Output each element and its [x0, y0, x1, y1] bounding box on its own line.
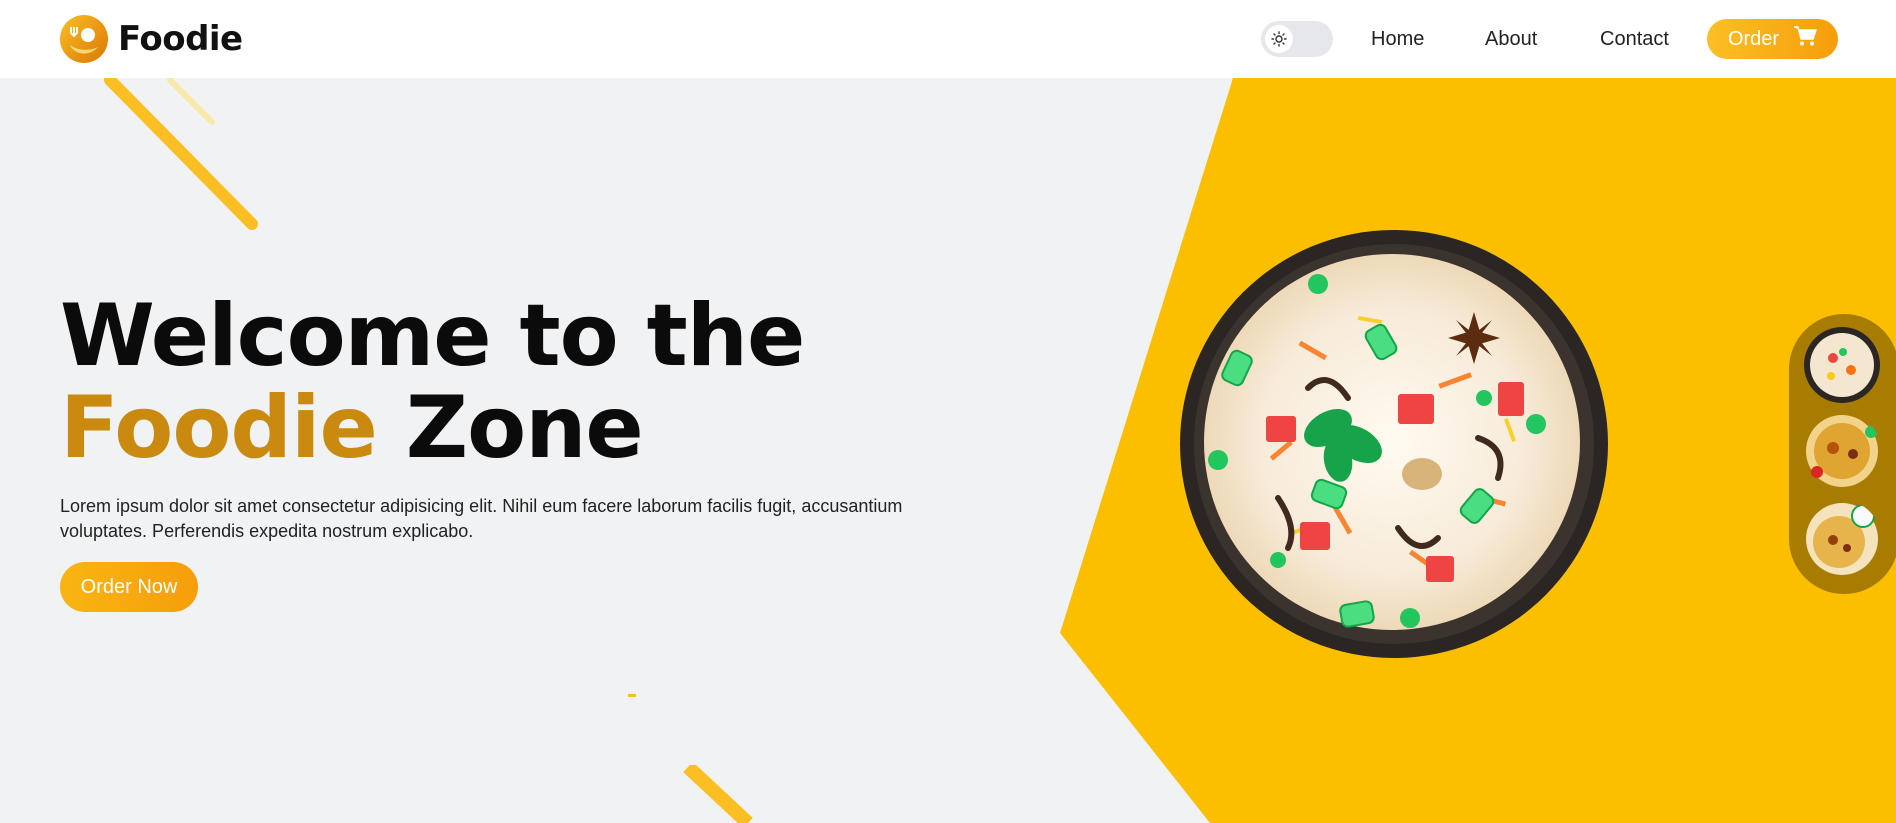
decorative-dot [628, 694, 636, 697]
cart-icon [1793, 25, 1817, 53]
utensils-icon [60, 15, 108, 63]
hero-title-accent: Foodie [60, 378, 378, 478]
dish-thumbnail-3[interactable] [1803, 500, 1881, 578]
decorative-streak-bottom [683, 765, 753, 823]
decorative-streak-top [104, 78, 258, 230]
theme-toggle[interactable] [1261, 21, 1333, 57]
navbar: Foodie Home About Contact Order [0, 0, 1896, 78]
dish-thumbnail-2[interactable] [1803, 412, 1881, 490]
brand-name: Foodie [118, 19, 243, 59]
hero-title-rest: Zone [405, 378, 644, 478]
nav-link-home[interactable]: Home [1371, 28, 1424, 51]
nav-link-contact[interactable]: Contact [1600, 28, 1669, 51]
biryani-bowl-image [1180, 230, 1608, 658]
order-button-label: Order [1727, 27, 1780, 50]
hero-description: Lorem ipsum dolor sit amet consectetur a… [60, 496, 903, 541]
order-now-button[interactable]: Order Now [60, 562, 198, 612]
nav-link-about[interactable]: About [1485, 28, 1537, 51]
sun-icon [1265, 25, 1293, 53]
brand-logo[interactable]: Foodie [60, 15, 243, 63]
dish-thumbnail-1[interactable] [1803, 326, 1881, 404]
hero-title: Welcome to the Foodie Zone [60, 290, 805, 474]
dish-thumbnail-rail [1789, 314, 1896, 594]
hero-title-line1: Welcome to the [60, 286, 805, 386]
order-button[interactable]: Order [1707, 19, 1838, 59]
